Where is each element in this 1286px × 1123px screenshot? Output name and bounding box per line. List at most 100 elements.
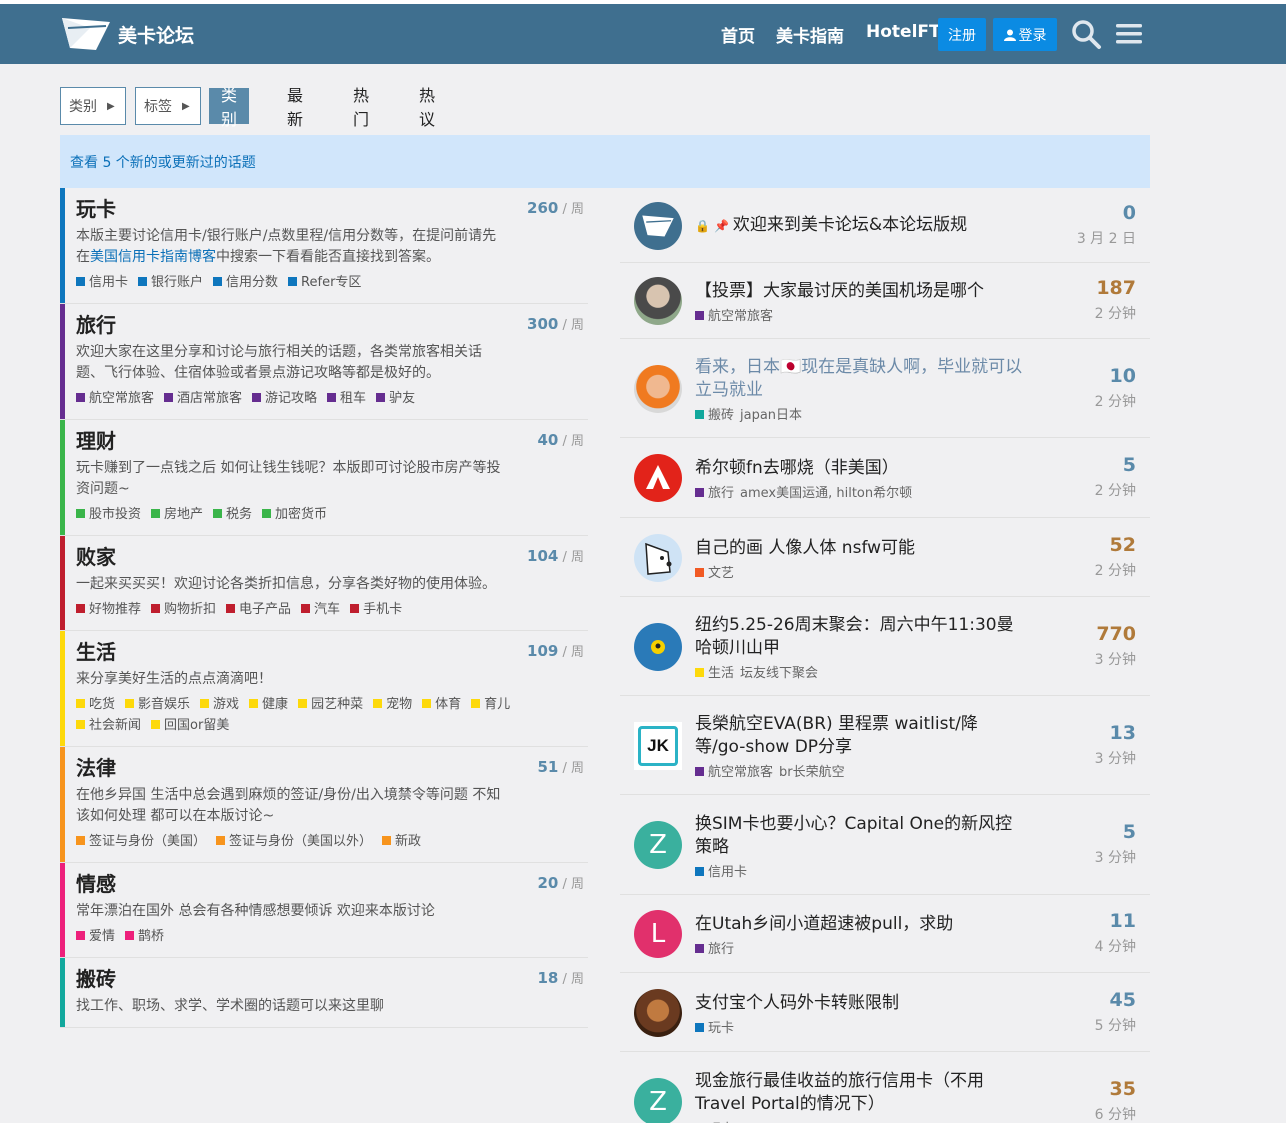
subcategory-link[interactable]: 吃货 bbox=[76, 694, 115, 715]
topic-category-badge[interactable]: 旅行 bbox=[695, 486, 734, 501]
subcategory-link[interactable]: 体育 bbox=[422, 694, 461, 715]
activity-time[interactable]: 2 分钟 bbox=[1095, 480, 1136, 500]
subcategory-link[interactable]: 加密货币 bbox=[262, 504, 327, 525]
topic-row[interactable]: L 在Utah乡间小道超速被pull，求助旅行 11 4 分钟 bbox=[620, 895, 1150, 973]
subcategory-link[interactable]: 园艺种菜 bbox=[298, 694, 363, 715]
activity-time[interactable]: 3 分钟 bbox=[1095, 748, 1136, 768]
topic-category-badge[interactable]: 生活 bbox=[695, 666, 734, 681]
user-avatar[interactable]: Z bbox=[634, 1078, 682, 1123]
subcategory-link[interactable]: Refer专区 bbox=[288, 272, 361, 293]
tab-categories[interactable]: 类别 bbox=[209, 86, 250, 129]
nav-home[interactable]: 首页 bbox=[721, 22, 755, 47]
subcategory-link[interactable]: 航空常旅客 bbox=[76, 388, 154, 409]
subcategory-link[interactable]: 租车 bbox=[327, 388, 366, 409]
category-row[interactable]: 搬砖 18 / 周找工作、职场、求学、学术圈的话题可以来这里聊 bbox=[60, 958, 588, 1028]
category-row[interactable]: 玩卡 260 / 周本版主要讨论信用卡/银行账户/点数里程/信用分数等，在提问前请… bbox=[60, 188, 588, 304]
category-name[interactable]: 生活 bbox=[76, 637, 588, 667]
subcategory-link[interactable]: 股市投资 bbox=[76, 504, 141, 525]
subcategory-link[interactable]: 房地产 bbox=[151, 504, 203, 525]
category-row[interactable]: 旅行 300 / 周欢迎大家在这里分享和讨论与旅行相关的话题，各类常旅客相关话题、… bbox=[60, 304, 588, 420]
topic-row[interactable]: 自己的画 人像人体 nsfw可能 文艺 52 2 分钟 bbox=[620, 518, 1150, 597]
hamburger-menu-icon[interactable] bbox=[1113, 18, 1145, 50]
subcategory-link[interactable]: 社会新闻 bbox=[76, 715, 141, 736]
topic-category-badge[interactable]: 玩卡 bbox=[695, 1021, 734, 1036]
subcategory-link[interactable]: 手机卡 bbox=[350, 599, 402, 620]
tags-dropdown[interactable]: 标签 ▶ bbox=[135, 87, 201, 125]
topic-row[interactable]: 🔒 📌 欢迎来到美卡论坛&本论坛版规 0 3 月 2 日 bbox=[620, 188, 1150, 263]
nav-guide[interactable]: 美卡指南 bbox=[776, 22, 844, 47]
reply-count[interactable]: 5 bbox=[1123, 454, 1136, 476]
login-button[interactable]: 登录 bbox=[993, 18, 1057, 51]
subcategory-link[interactable]: 购物折扣 bbox=[151, 599, 216, 620]
activity-time[interactable]: 3 分钟 bbox=[1095, 649, 1136, 669]
tab-top[interactable]: 热门 bbox=[353, 86, 369, 129]
reply-count[interactable]: 35 bbox=[1110, 1078, 1136, 1100]
topic-row[interactable]: JK 長榮航空EVA(BR) 里程票 waitlist/降等/go-show DP… bbox=[620, 696, 1150, 795]
tab-hot[interactable]: 热议 bbox=[419, 86, 435, 129]
topic-title[interactable]: 在Utah乡间小道超速被pull，求助 bbox=[695, 913, 1025, 936]
reply-count[interactable]: 13 bbox=[1110, 722, 1136, 744]
reply-count[interactable]: 11 bbox=[1110, 910, 1136, 932]
subcategory-link[interactable]: 好物推荐 bbox=[76, 599, 141, 620]
subcategory-link[interactable]: 酒店常旅客 bbox=[164, 388, 242, 409]
topic-row[interactable]: 纽约5.25-26周末聚会：周六中午11:30曼哈顿川山甲 生活 坛友线下聚会 770… bbox=[620, 597, 1150, 696]
topic-title[interactable]: 長榮航空EVA(BR) 里程票 waitlist/降等/go-show DP分享 bbox=[695, 713, 1025, 759]
activity-time[interactable]: 5 分钟 bbox=[1095, 1015, 1136, 1035]
user-avatar[interactable] bbox=[634, 365, 682, 413]
activity-time[interactable]: 4 分钟 bbox=[1095, 936, 1136, 956]
user-avatar[interactable] bbox=[634, 534, 682, 582]
topic-tags[interactable]: japan日本 bbox=[740, 408, 802, 423]
category-row[interactable]: 理财 40 / 周玩卡赚到了一点钱之后 如何让钱生钱呢？本版即可讨论股市房产等投资… bbox=[60, 420, 588, 536]
user-avatar[interactable] bbox=[634, 202, 682, 250]
category-name[interactable]: 败家 bbox=[76, 542, 588, 572]
category-row[interactable]: 败家 104 / 周一起来买买买！欢迎讨论各类折扣信息，分享各类好物的使用体验。好… bbox=[60, 536, 588, 631]
activity-time[interactable]: 2 分钟 bbox=[1095, 303, 1136, 323]
category-row[interactable]: 生活 109 / 周来分享美好生活的点点滴滴吧！ 吃货 影音娱乐 游戏 健康 园艺种菜 宠物 体… bbox=[60, 631, 588, 747]
subcategory-link[interactable]: 游戏 bbox=[200, 694, 239, 715]
topic-tags[interactable]: 坛友线下聚会 bbox=[740, 666, 818, 681]
category-name[interactable]: 法律 bbox=[76, 753, 588, 783]
description-link[interactable]: 美国信用卡指南博客 bbox=[90, 249, 216, 265]
reply-count[interactable]: 0 bbox=[1123, 202, 1136, 224]
reply-count[interactable]: 5 bbox=[1123, 821, 1136, 843]
topic-title[interactable]: 看来，日本🇯🇵现在是真缺人啊，毕业就可以立马就业 bbox=[695, 356, 1025, 402]
reply-count[interactable]: 770 bbox=[1096, 623, 1136, 645]
topic-row[interactable]: Z 现金旅行最佳收益的旅行信用卡（不用Travel Portal的情况下） 玩卡 35… bbox=[620, 1052, 1150, 1123]
subcategory-link[interactable]: 信用分数 bbox=[213, 272, 278, 293]
subcategory-link[interactable]: 游记攻略 bbox=[252, 388, 317, 409]
reply-count[interactable]: 45 bbox=[1110, 989, 1136, 1011]
category-name[interactable]: 玩卡 bbox=[76, 194, 588, 224]
topic-row[interactable]: 希尔顿fn去哪烧（非美国） 旅行 amex美国运通, hilton希尔顿 5 2 分钟 bbox=[620, 438, 1150, 518]
nav-hotelft[interactable]: HotelFT bbox=[866, 22, 941, 42]
user-avatar[interactable]: JK bbox=[634, 722, 682, 770]
category-name[interactable]: 情感 bbox=[76, 869, 588, 899]
user-avatar[interactable] bbox=[634, 623, 682, 671]
reply-count[interactable]: 187 bbox=[1096, 277, 1136, 299]
activity-time[interactable]: 6 分钟 bbox=[1095, 1104, 1136, 1123]
topic-title[interactable]: 自己的画 人像人体 nsfw可能 bbox=[695, 537, 1025, 560]
subcategory-link[interactable]: 宠物 bbox=[373, 694, 412, 715]
subcategory-link[interactable]: 影音娱乐 bbox=[125, 694, 190, 715]
subcategory-link[interactable]: 银行账户 bbox=[138, 272, 203, 293]
topic-category-badge[interactable]: 旅行 bbox=[695, 942, 734, 957]
subcategory-link[interactable]: 回国or留美 bbox=[151, 715, 229, 736]
topic-category-badge[interactable]: 航空常旅客 bbox=[695, 309, 773, 324]
subcategory-link[interactable]: 驴友 bbox=[376, 388, 415, 409]
subcategory-link[interactable]: 育儿 bbox=[471, 694, 510, 715]
subcategory-link[interactable]: 爱情 bbox=[76, 926, 115, 947]
topic-category-badge[interactable]: 搬砖 bbox=[695, 408, 734, 423]
category-row[interactable]: 情感 20 / 周常年漂泊在国外 总会有各种情感想要倾诉 欢迎来本版讨论 爱情 鹊桥 bbox=[60, 863, 588, 958]
subcategory-link[interactable]: 税务 bbox=[213, 504, 252, 525]
reply-count[interactable]: 52 bbox=[1110, 534, 1136, 556]
topic-title[interactable]: 支付宝个人码外卡转账限制 bbox=[695, 992, 1025, 1015]
reply-count[interactable]: 10 bbox=[1110, 365, 1136, 387]
subcategory-link[interactable]: 信用卡 bbox=[76, 272, 128, 293]
activity-time[interactable]: 3 分钟 bbox=[1095, 847, 1136, 867]
user-avatar[interactable] bbox=[634, 989, 682, 1037]
topic-title[interactable]: 现金旅行最佳收益的旅行信用卡（不用Travel Portal的情况下） bbox=[695, 1070, 1025, 1116]
topic-tags[interactable]: amex美国运通, hilton希尔顿 bbox=[740, 486, 912, 501]
user-avatar[interactable]: L bbox=[634, 910, 682, 958]
activity-time[interactable]: 2 分钟 bbox=[1095, 560, 1136, 580]
tab-latest[interactable]: 最新 bbox=[287, 86, 303, 129]
topic-category-badge[interactable]: 信用卡 bbox=[695, 865, 747, 880]
